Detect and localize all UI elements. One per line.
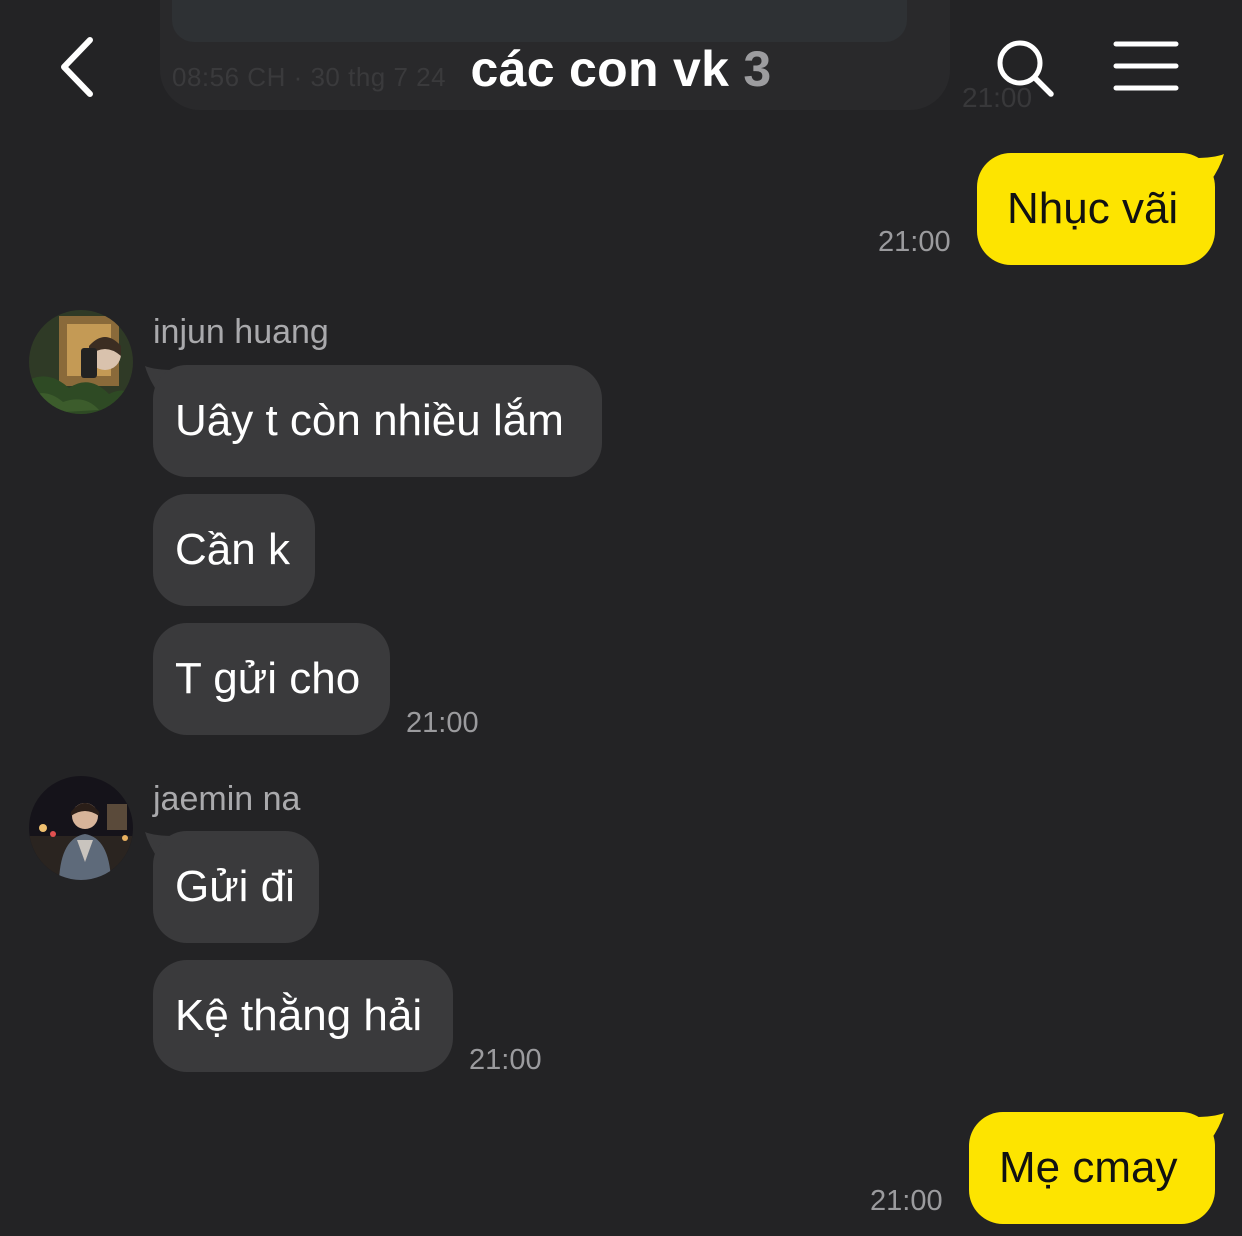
message-text: Gửi đi — [175, 862, 295, 911]
search-button[interactable] — [993, 36, 1057, 100]
avatar-jaemin-na[interactable] — [29, 776, 133, 880]
sender-name: injun huang — [153, 313, 329, 351]
message-text: Mẹ cmay — [999, 1143, 1178, 1192]
menu-button[interactable] — [1112, 38, 1180, 94]
chat-header: các con vk 3 — [0, 0, 1242, 135]
search-icon — [997, 40, 1054, 97]
avatar-photo — [29, 776, 133, 880]
message-text: Kệ thằng hải — [175, 991, 423, 1040]
sender-name: jaemin na — [153, 780, 301, 818]
incoming-message-bubble[interactable]: Uây t còn nhiều lắm — [153, 365, 602, 477]
message-time: 21:00 — [406, 707, 479, 739]
message-text: T gửi cho — [175, 654, 361, 703]
outgoing-message-bubble[interactable]: Mẹ cmay — [969, 1112, 1215, 1224]
incoming-message-bubble[interactable]: Cần k — [153, 494, 315, 606]
incoming-message-bubble[interactable]: Kệ thằng hải — [153, 960, 453, 1072]
message-text: Nhục vãi — [1007, 184, 1179, 233]
message-time: 21:00 — [878, 226, 951, 258]
chat-screen: 08:56 CH · 30 thg 7 24 21:00 các con vk … — [0, 0, 1242, 1236]
incoming-message-bubble[interactable]: T gửi cho — [153, 623, 390, 735]
message-text: Uây t còn nhiều lắm — [175, 396, 564, 445]
avatar-photo — [29, 310, 133, 414]
outgoing-message-bubble[interactable]: Nhục vãi — [977, 153, 1215, 265]
message-time: 21:00 — [870, 1185, 943, 1217]
chat-name: các con vk — [470, 41, 730, 97]
hamburger-menu-icon — [1113, 41, 1179, 91]
bubble-tail — [1194, 154, 1224, 182]
message-time: 21:00 — [469, 1044, 542, 1076]
message-text: Cần k — [175, 525, 290, 574]
avatar-injun-huang[interactable] — [29, 310, 133, 414]
bubble-tail — [1194, 1113, 1224, 1141]
incoming-message-bubble[interactable]: Gửi đi — [153, 831, 319, 943]
member-count: 3 — [743, 41, 772, 97]
